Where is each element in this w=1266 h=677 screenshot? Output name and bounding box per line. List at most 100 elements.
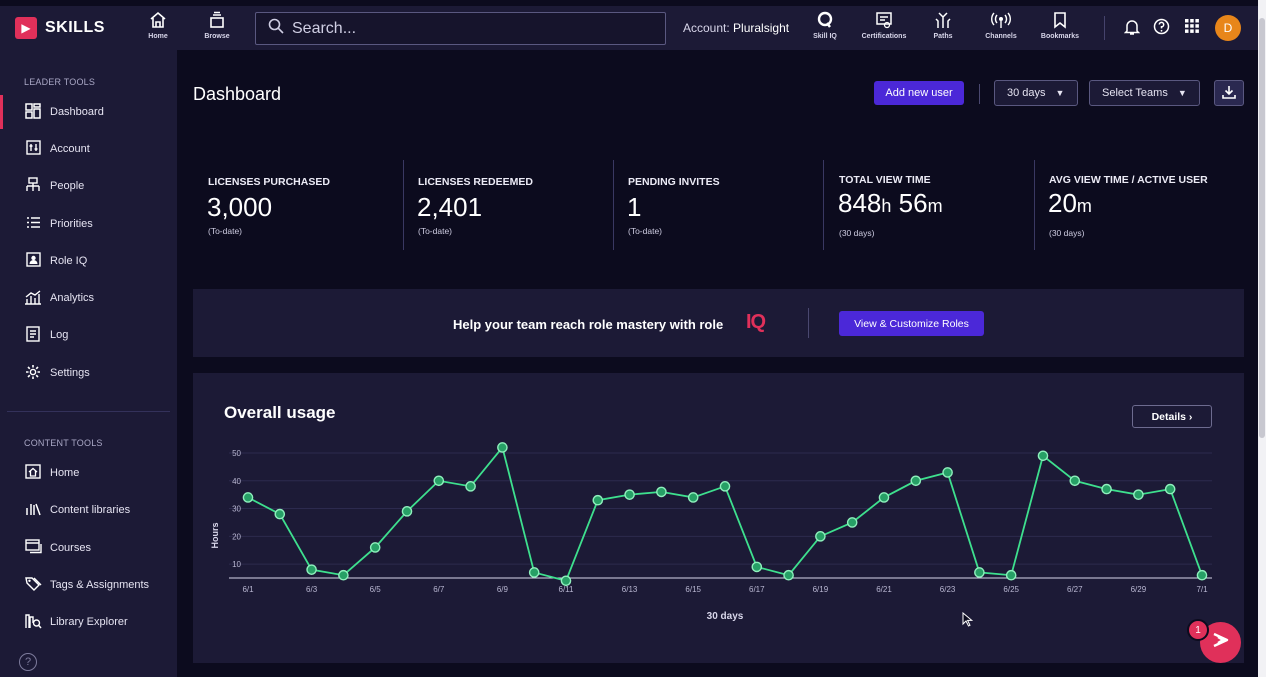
x-tick-label: 7/1 bbox=[1196, 585, 1208, 594]
stat-label: PENDING INVITES bbox=[628, 176, 720, 188]
bell-icon[interactable] bbox=[1123, 18, 1141, 41]
banner-text: Help your team reach role mastery with r… bbox=[453, 317, 724, 332]
sidebar: LEADER TOOLS Dashboard Account People Pr… bbox=[0, 50, 177, 677]
nav-bookmarks[interactable]: Bookmarks bbox=[1032, 11, 1088, 40]
nav-skill-iq-label: Skill IQ bbox=[813, 33, 837, 40]
nav-certifications-label: Certifications bbox=[861, 33, 907, 40]
tags-icon bbox=[24, 576, 42, 594]
data-point bbox=[815, 531, 826, 542]
help-circle-icon[interactable]: ? bbox=[19, 653, 37, 671]
nav-channels[interactable]: Channels bbox=[973, 11, 1029, 40]
x-tick-label: 6/5 bbox=[370, 585, 382, 594]
sidebar-item-log[interactable]: Log bbox=[0, 318, 177, 352]
data-point bbox=[846, 517, 858, 528]
libraries-icon bbox=[24, 502, 42, 519]
nav-browse[interactable]: Browse bbox=[189, 11, 245, 40]
nav-bookmarks-label: Bookmarks bbox=[1040, 33, 1080, 40]
sidebar-item-content-libraries[interactable]: Content libraries bbox=[0, 493, 177, 527]
series-line bbox=[247, 445, 1203, 582]
logo[interactable]: ▶ SKILLS bbox=[15, 15, 105, 41]
mouse-cursor-icon bbox=[962, 611, 974, 630]
sidebar-item-home[interactable]: Home bbox=[0, 456, 177, 490]
data-point bbox=[560, 575, 572, 587]
data-point bbox=[878, 492, 890, 503]
sidebar-item-library-explorer[interactable]: Library Explorer bbox=[0, 605, 177, 639]
sidebar-item-settings[interactable]: Settings bbox=[0, 356, 177, 390]
priorities-icon bbox=[24, 216, 42, 232]
x-tick-label: 6/25 bbox=[1003, 585, 1019, 594]
add-new-user-button[interactable]: Add new user bbox=[874, 81, 964, 105]
data-point bbox=[1196, 569, 1208, 581]
sidebar-item-priorities[interactable]: Priorities bbox=[0, 207, 177, 241]
stat-label: LICENSES PURCHASED bbox=[208, 176, 330, 188]
data-point bbox=[401, 506, 413, 517]
select-teams-value: Select Teams bbox=[1102, 87, 1168, 99]
stat-sub: (30 days) bbox=[1049, 228, 1085, 238]
sidebar-item-label: Dashboard bbox=[50, 106, 104, 118]
data-point bbox=[974, 567, 985, 578]
nav-paths[interactable]: Paths bbox=[915, 11, 971, 40]
sidebar-item-label: Role IQ bbox=[50, 255, 88, 267]
nav-certifications[interactable]: Certifications bbox=[856, 11, 912, 40]
sidebar-item-courses[interactable]: Courses bbox=[0, 531, 177, 565]
x-tick-label: 6/3 bbox=[306, 585, 318, 594]
chevron-down-icon: ▼ bbox=[1177, 88, 1187, 98]
data-point bbox=[1005, 569, 1017, 581]
y-axis-label: Hours bbox=[210, 522, 220, 548]
search-placeholder: Search... bbox=[292, 19, 357, 37]
sidebar-item-role-iq[interactable]: Role IQ bbox=[0, 244, 177, 278]
avatar[interactable]: D bbox=[1215, 15, 1241, 41]
top-nav: ▶ SKILLS Home Browse Search... Account: … bbox=[0, 6, 1258, 50]
help-icon[interactable] bbox=[1153, 18, 1170, 40]
stat-sub: (30 days) bbox=[839, 228, 875, 238]
sidebar-item-dashboard[interactable]: Dashboard bbox=[0, 95, 177, 129]
y-tick-label: 20 bbox=[232, 532, 241, 541]
nav-browse-label: Browse bbox=[204, 33, 230, 40]
skill-iq-icon bbox=[797, 11, 853, 31]
sidebar-item-label: Analytics bbox=[50, 292, 95, 304]
sidebar-item-tags-assignments[interactable]: Tags & Assignments bbox=[0, 568, 177, 602]
overall-usage-card: Overall usage Details › 10 20 30 40 50 6/1 6/3… bbox=[193, 373, 1244, 663]
x-tick-label: 6/17 bbox=[749, 585, 765, 594]
stat-value: 20m bbox=[1048, 188, 1092, 218]
usage-line-chart: 10 20 30 40 50 6/1 6/3 6/5 6/7 6/9 6/11 6/13 6/15 6/1… bbox=[210, 442, 1212, 622]
sidebar-item-people[interactable]: People bbox=[0, 169, 177, 203]
data-point bbox=[783, 569, 794, 581]
stat-sub: (To-date) bbox=[208, 226, 243, 236]
certifications-icon bbox=[856, 11, 912, 31]
x-tick-label: 6/19 bbox=[813, 585, 829, 594]
data-point bbox=[592, 494, 604, 506]
stat-licenses-redeemed: LICENSES REDEEMED 2,401 (To-date) bbox=[403, 158, 613, 250]
data-point bbox=[465, 481, 476, 492]
chevron-down-icon: ▼ bbox=[1055, 88, 1065, 98]
apps-grid-icon[interactable] bbox=[1184, 18, 1200, 39]
data-point bbox=[528, 567, 540, 578]
page-title: Dashboard bbox=[193, 84, 282, 104]
nav-home[interactable]: Home bbox=[130, 11, 186, 40]
stat-sub: (To-date) bbox=[418, 226, 453, 236]
role-iq-banner: Help your team reach role mastery with r… bbox=[193, 289, 1244, 357]
date-range-select[interactable]: 30 days ▼ bbox=[994, 80, 1078, 106]
search-input[interactable]: Search... bbox=[255, 12, 666, 45]
account-switcher[interactable]: Account: Pluralsight bbox=[683, 21, 789, 35]
data-point bbox=[338, 569, 349, 581]
header-divider bbox=[979, 84, 980, 104]
data-point bbox=[751, 561, 763, 573]
data-point bbox=[624, 489, 635, 500]
data-point bbox=[274, 508, 286, 520]
view-customize-roles-button[interactable]: View & Customize Roles bbox=[839, 311, 984, 336]
stat-value: 2,401 bbox=[417, 192, 483, 222]
sidebar-item-analytics[interactable]: Analytics bbox=[0, 281, 177, 315]
sidebar-item-label: Account bbox=[50, 143, 90, 155]
scrollbar-thumb[interactable] bbox=[1259, 18, 1265, 438]
download-button[interactable] bbox=[1214, 80, 1244, 106]
stat-value: 1 bbox=[627, 192, 642, 222]
y-tick-label: 30 bbox=[232, 505, 241, 514]
nav-skill-iq[interactable]: Skill IQ bbox=[797, 11, 853, 40]
select-teams-dropdown[interactable]: Select Teams ▼ bbox=[1089, 80, 1200, 106]
sidebar-item-account[interactable]: Account bbox=[0, 132, 177, 166]
stat-total-view-time: TOTAL VIEW TIME 848h 56m (30 days) bbox=[824, 158, 1034, 250]
stat-pending-invites: PENDING INVITES 1 (To-date) bbox=[613, 158, 823, 250]
x-tick-label: 6/7 bbox=[433, 585, 445, 594]
sidebar-item-label: Log bbox=[50, 329, 69, 341]
